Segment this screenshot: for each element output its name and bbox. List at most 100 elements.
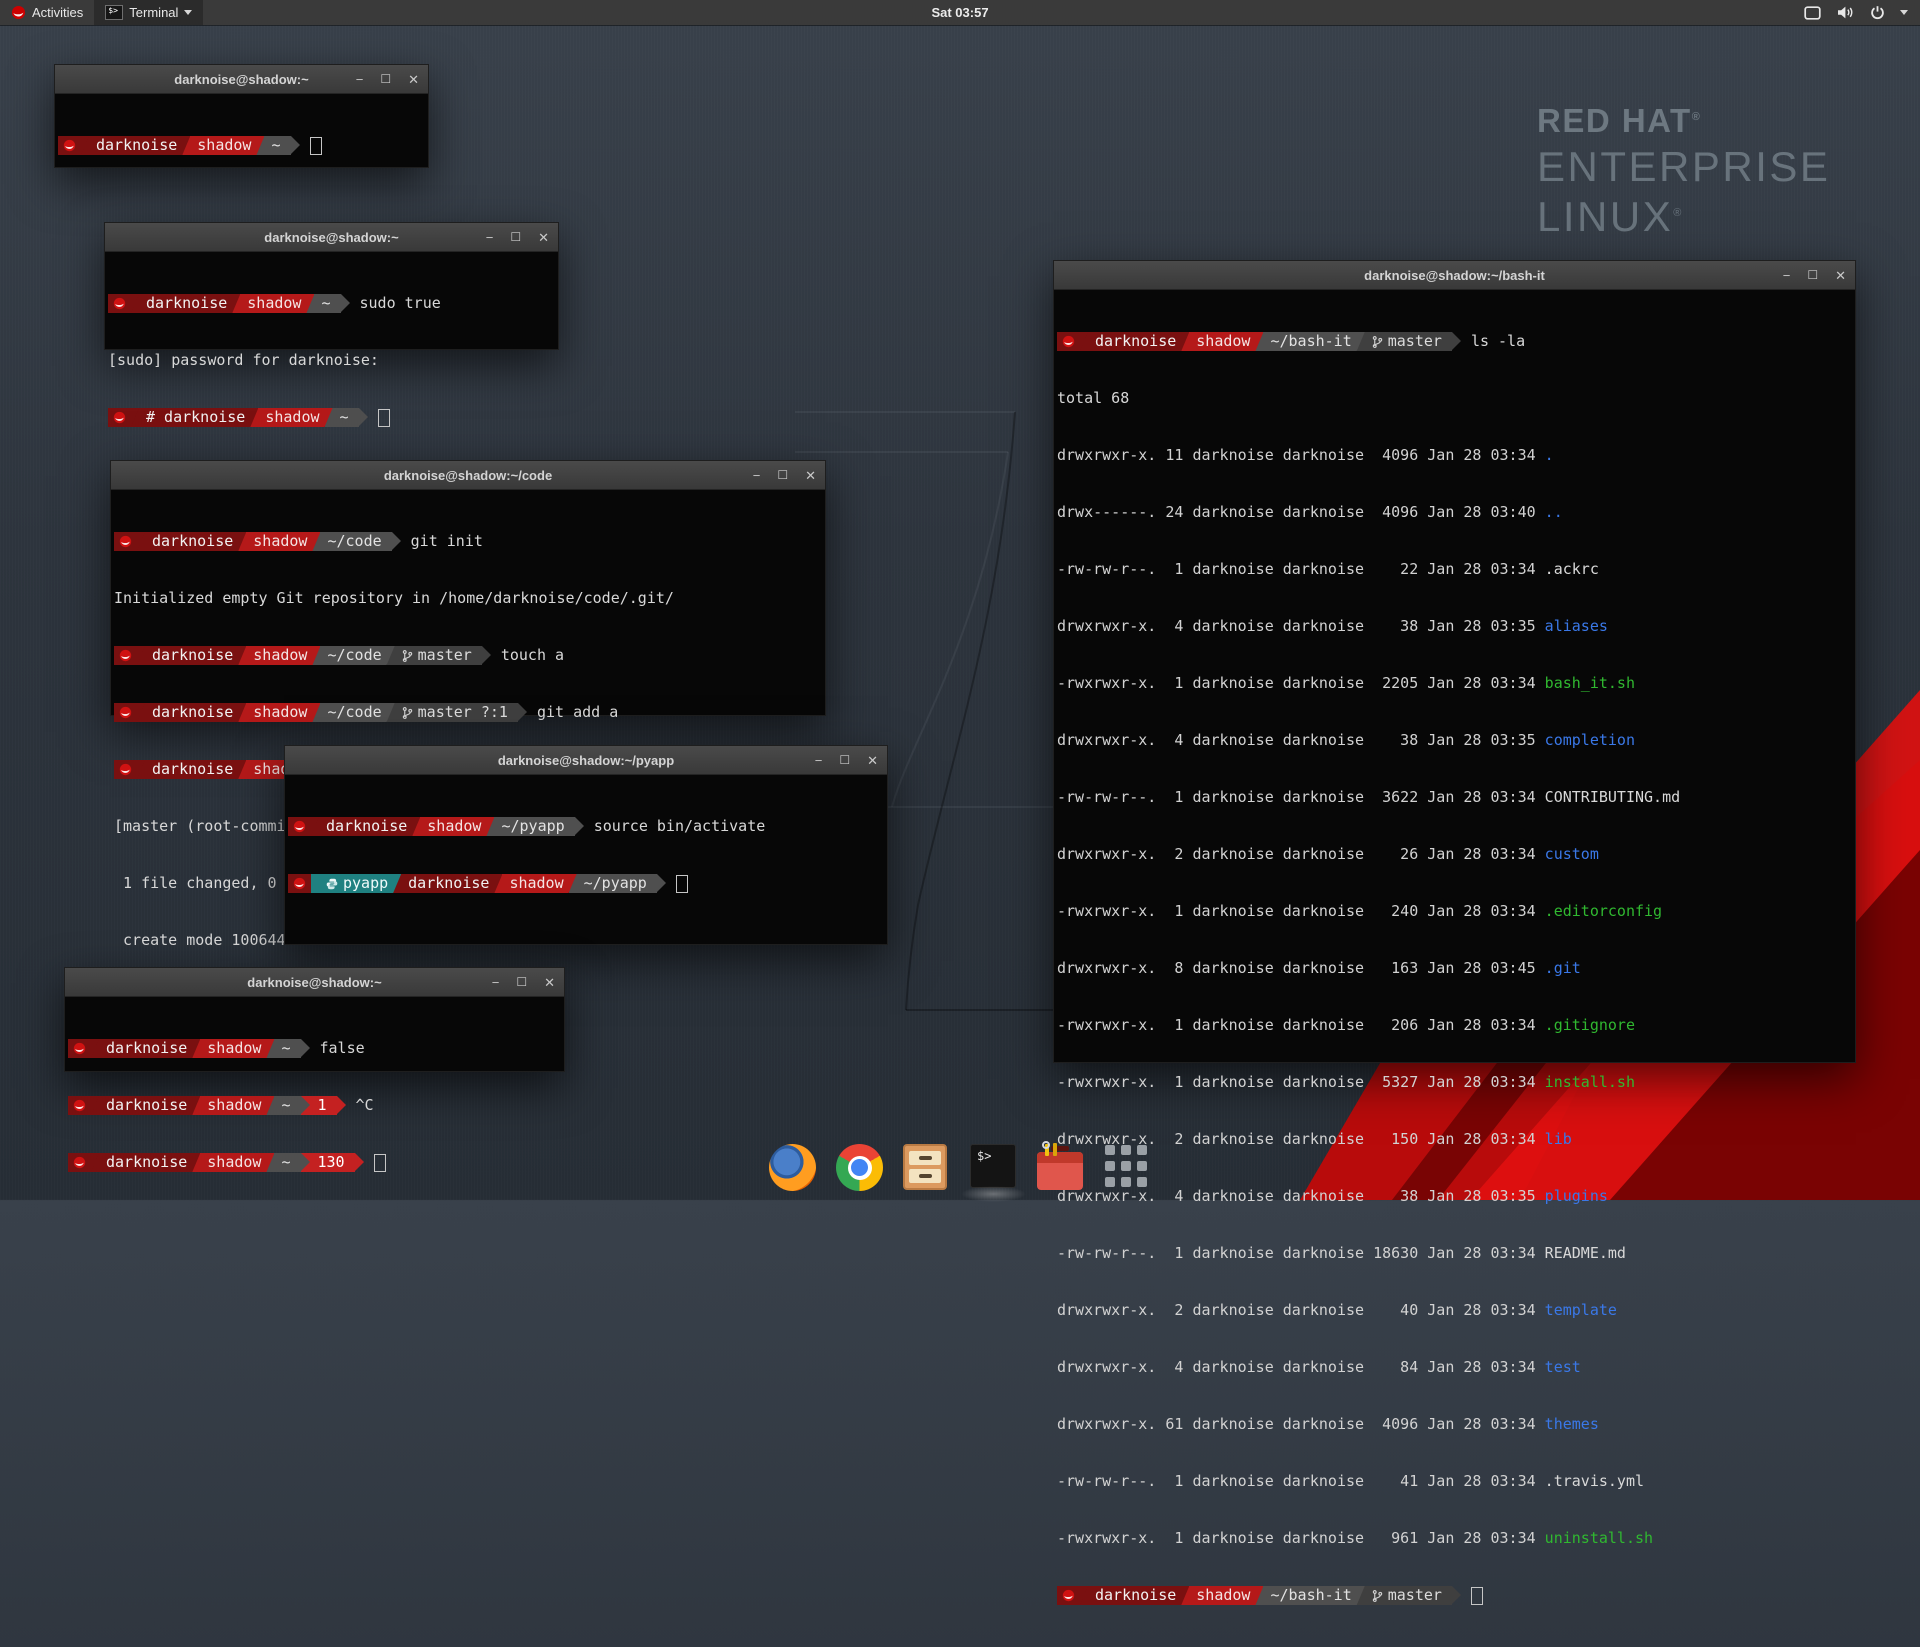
toolbox-icon	[1037, 1152, 1083, 1190]
prompt-host-segment: shadow	[192, 1153, 274, 1172]
prompt-arrow-icon	[359, 408, 368, 426]
titlebar[interactable]: darknoise@shadow:~ − ☐ ✕	[55, 65, 428, 94]
prompt-user-segment: darknoise	[131, 294, 240, 313]
terminal-window-code[interactable]: darknoise@shadow:~/code − ☐ ✕ darknoise …	[110, 460, 826, 716]
firefox-icon	[769, 1144, 816, 1191]
terminal-body[interactable]: darknoise shadow ~/pyapp source bin/acti…	[285, 775, 887, 935]
file-name: lib	[1545, 1130, 1572, 1148]
app-menu-terminal[interactable]: $> Terminal	[94, 0, 203, 25]
close-button[interactable]: ✕	[1835, 269, 1846, 282]
ls-row: drwxrwxr-x. 4 darknoise darknoise 38 Jan…	[1057, 1187, 1852, 1206]
minimize-button[interactable]: −	[486, 231, 494, 244]
maximize-button[interactable]: ☐	[839, 754, 850, 767]
redhat-icon	[119, 649, 132, 662]
file-name: .ackrc	[1545, 560, 1599, 578]
terminal-window-pyapp[interactable]: darknoise@shadow:~/pyapp − ☐ ✕ darknoise…	[284, 745, 888, 945]
ls-row: -rw-rw-r--. 1 darknoise darknoise 22 Jan…	[1057, 560, 1852, 579]
app-grid-icon	[1104, 1144, 1148, 1188]
close-button[interactable]: ✕	[408, 73, 419, 86]
maximize-button[interactable]: ☐	[1807, 269, 1818, 282]
close-button[interactable]: ✕	[538, 231, 549, 244]
dock-item-app-grid[interactable]	[1104, 1144, 1151, 1191]
redhat-icon	[73, 1156, 86, 1169]
prompt-arrow-icon	[657, 874, 666, 892]
dock-item-chrome[interactable]	[836, 1144, 883, 1191]
minimize-button[interactable]: −	[492, 976, 500, 989]
terminal-body[interactable]: darknoise shadow ~ sudo true [sudo] pass…	[105, 252, 558, 469]
chevron-down-icon	[1900, 10, 1908, 15]
dock-item-toolbox[interactable]	[1037, 1144, 1084, 1191]
dock-item-terminal[interactable]: $>	[970, 1144, 1017, 1191]
ls-row: -rwxrwxr-x. 1 darknoise darknoise 961 Ja…	[1057, 1529, 1852, 1548]
dock-item-files[interactable]	[903, 1144, 950, 1191]
titlebar[interactable]: darknoise@shadow:~ − ☐ ✕	[65, 968, 564, 997]
terminal-window-bash-it[interactable]: darknoise@shadow:~/bash-it − ☐ ✕ darknoi…	[1053, 260, 1856, 1063]
activities-button[interactable]: Activities	[0, 0, 94, 25]
activities-label: Activities	[32, 5, 83, 20]
close-button[interactable]: ✕	[544, 976, 555, 989]
prompt-host-segment: shadow	[238, 646, 320, 665]
terminal-window-home-1[interactable]: darknoise@shadow:~ − ☐ ✕ darknoise shado…	[54, 64, 429, 168]
git-branch-icon	[1372, 335, 1383, 349]
window-title: darknoise@shadow:~	[247, 975, 381, 990]
file-name: ..	[1545, 503, 1563, 521]
titlebar[interactable]: darknoise@shadow:~ − ☐ ✕	[105, 223, 558, 252]
prompt-host-segment: shadow	[182, 136, 264, 155]
terminal-body[interactable]: darknoise shadow ~ false darknoise shado…	[65, 997, 564, 1214]
file-name: bash_it.sh	[1545, 674, 1635, 692]
system-status-area[interactable]	[1804, 0, 1920, 25]
maximize-button[interactable]: ☐	[516, 976, 527, 989]
prompt-arrow-icon	[1452, 1586, 1461, 1604]
output-line: Initialized empty Git repository in /hom…	[114, 589, 822, 608]
prompt-arrow-icon	[291, 136, 300, 154]
terminal-body[interactable]: darknoise shadow ~	[55, 94, 428, 197]
window-controls: − ☐ ✕	[815, 746, 878, 774]
maximize-button[interactable]: ☐	[777, 469, 788, 482]
redhat-icon	[1062, 1589, 1075, 1602]
redhat-icon	[73, 1042, 86, 1055]
maximize-button[interactable]: ☐	[380, 73, 391, 86]
terminal-mini-icon: $>	[105, 5, 123, 20]
terminal-window-home-2[interactable]: darknoise@shadow:~ − ☐ ✕ darknoise shado…	[64, 967, 565, 1072]
prompt-host-segment: shadow	[192, 1096, 274, 1115]
window-controls: − ☐ ✕	[486, 223, 549, 251]
prompt-line: darknoise shadow ~ false	[68, 1039, 561, 1058]
ls-row: drwxrwxr-x. 4 darknoise darknoise 84 Jan…	[1057, 1358, 1852, 1377]
prompt-user-segment: darknoise	[1080, 1586, 1189, 1605]
minimize-button[interactable]: −	[815, 754, 823, 767]
window-controls: − ☐ ✕	[492, 968, 555, 996]
prompt-line: pyapp darknoise shadow ~/pyapp	[288, 874, 884, 893]
ls-row: drwxrwxr-x. 4 darknoise darknoise 38 Jan…	[1057, 617, 1852, 636]
file-name: themes	[1545, 1415, 1599, 1433]
close-button[interactable]: ✕	[867, 754, 878, 767]
prompt-user-segment: darknoise	[311, 817, 420, 836]
command-text: ^C	[346, 1096, 374, 1115]
prompt-path-segment: ~/bash-it	[1255, 1586, 1364, 1605]
maximize-button[interactable]: ☐	[510, 231, 521, 244]
file-name: .travis.yml	[1545, 1472, 1644, 1490]
minimize-button[interactable]: −	[1783, 269, 1791, 282]
clock[interactable]: Sat 03:57	[931, 5, 988, 20]
titlebar[interactable]: darknoise@shadow:~/pyapp − ☐ ✕	[285, 746, 887, 775]
volume-icon	[1836, 5, 1855, 20]
close-button[interactable]: ✕	[805, 469, 816, 482]
command-text: git add a	[527, 703, 618, 722]
minimize-button[interactable]: −	[753, 469, 761, 482]
terminal-body[interactable]: darknoise shadow ~/bash-it master ls -la…	[1054, 290, 1855, 1647]
terminal-cursor	[676, 875, 688, 893]
prompt-line: darknoise shadow ~ 1 ^C	[68, 1096, 561, 1115]
titlebar[interactable]: darknoise@shadow:~/code − ☐ ✕	[111, 461, 825, 490]
redhat-icon	[113, 297, 126, 310]
terminal-window-sudo[interactable]: darknoise@shadow:~ − ☐ ✕ darknoise shado…	[104, 222, 559, 350]
prompt-line: darknoise shadow ~ sudo true	[108, 294, 555, 313]
window-controls: − ☐ ✕	[1783, 261, 1846, 289]
minimize-button[interactable]: −	[356, 73, 364, 86]
prompt-arrow-icon	[1452, 332, 1461, 350]
git-branch-icon	[402, 649, 413, 663]
window-controls: − ☐ ✕	[753, 461, 816, 489]
file-name: template	[1545, 1301, 1617, 1319]
prompt-line: darknoise shadow ~	[58, 136, 425, 155]
prompt-git-segment: master ?:1	[387, 703, 518, 722]
titlebar[interactable]: darknoise@shadow:~/bash-it − ☐ ✕	[1054, 261, 1855, 290]
dock-item-firefox[interactable]	[769, 1144, 816, 1191]
